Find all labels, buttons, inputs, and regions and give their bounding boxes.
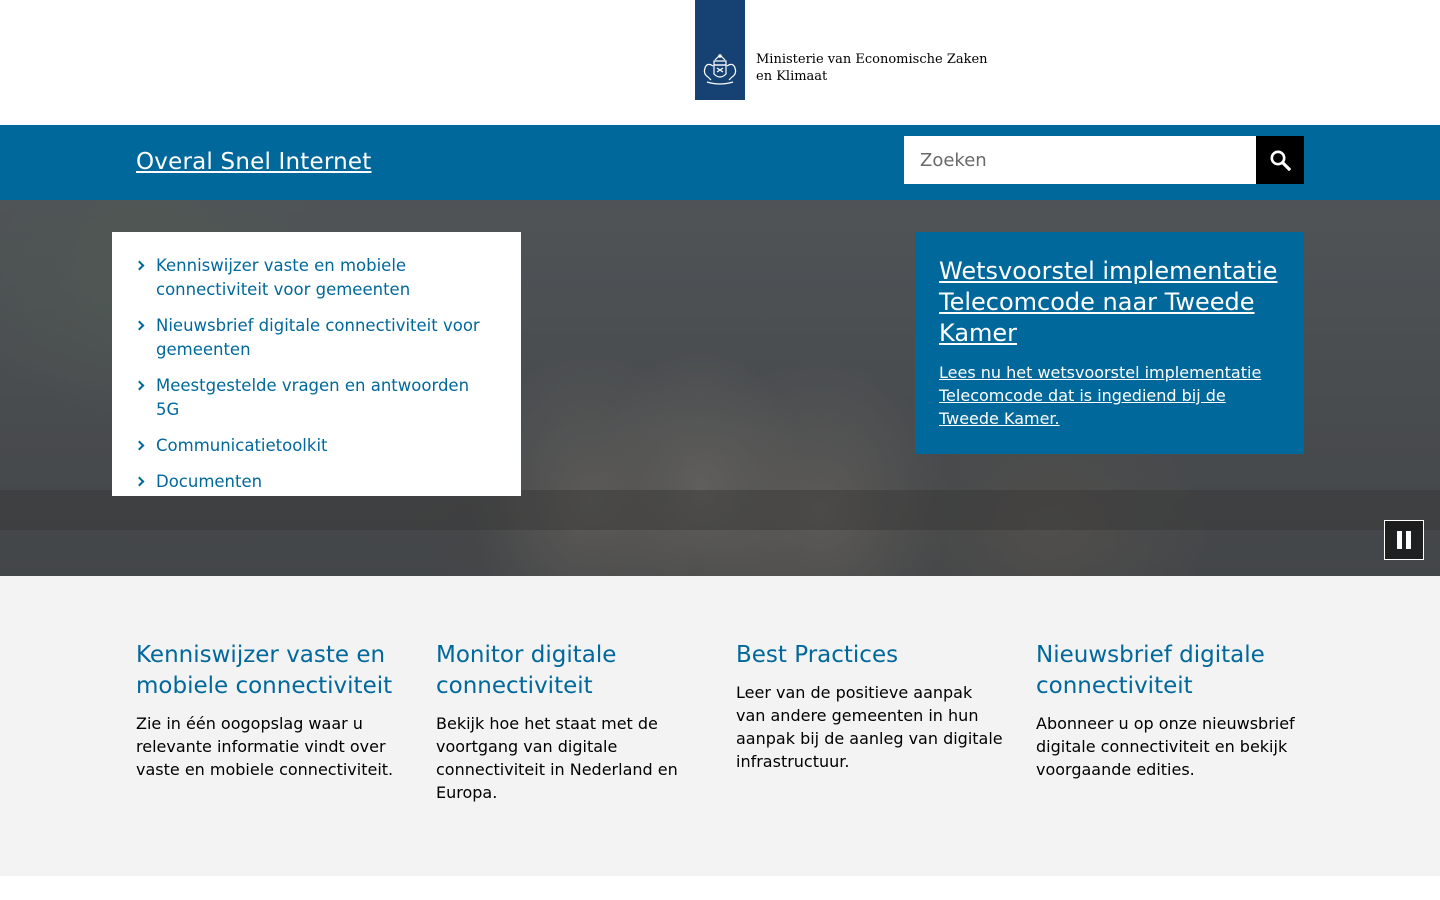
search-button[interactable] (1256, 136, 1304, 184)
featured-news-text[interactable]: Lees nu het wetsvoorstel implementatie T… (939, 361, 1280, 430)
hero-banner: Kenniswijzer vaste en mobiele connectivi… (0, 200, 1440, 576)
quicklink-documenten[interactable]: Documenten (134, 470, 497, 494)
card-text: Zie in één oogopslag waar u relevante in… (136, 714, 394, 779)
chevron-right-icon (134, 476, 145, 487)
pause-icon (1397, 531, 1411, 549)
coat-of-arms-icon (703, 54, 737, 85)
featured-news-panel: Wetsvoorstel implementatie Telecomcode n… (915, 232, 1304, 454)
ministry-name: Ministerie van Economische Zaken en Klim… (756, 51, 996, 85)
chevron-right-icon (134, 260, 145, 271)
card-text: Abonneer u op onze nieuwsbrief digitale … (1036, 714, 1295, 779)
feature-cards: Kenniswijzer vaste en mobiele connectivi… (0, 576, 1440, 876)
featured-news-title[interactable]: Wetsvoorstel implementatie Telecomcode n… (939, 256, 1280, 349)
search-icon (1270, 150, 1291, 171)
card-kenniswijzer: Kenniswijzer vaste en mobiele connectivi… (136, 640, 404, 781)
quicklink-communicatietoolkit[interactable]: Communicatietoolkit (134, 434, 497, 458)
ministry-name-line2: en Klimaat (756, 69, 828, 84)
quicklink-kenniswijzer[interactable]: Kenniswijzer vaste en mobiele connectivi… (134, 254, 497, 302)
quicklink-label: Communicatietoolkit (156, 436, 328, 455)
card-text: Bekijk hoe het staat met de voortgang va… (436, 714, 678, 802)
card-best-practices: Best Practices Leer van de positieve aan… (736, 640, 1004, 773)
card-monitor: Monitor digitale connectiviteit Bekijk h… (436, 640, 704, 804)
card-title[interactable]: Best Practices (736, 640, 1004, 671)
card-nieuwsbrief: Nieuwsbrief digitale connectiviteit Abon… (1036, 640, 1304, 781)
chevron-right-icon (134, 380, 145, 391)
card-text: Leer van de positieve aanpak van andere … (736, 683, 1003, 771)
search-input[interactable] (904, 136, 1256, 184)
logo-header: Ministerie van Economische Zaken en Klim… (0, 0, 1440, 125)
quicklink-label: Nieuwsbrief digitale connectiviteit voor… (156, 316, 480, 359)
quicklink-label: Documenten (156, 472, 263, 491)
quicklink-nieuwsbrief[interactable]: Nieuwsbrief digitale connectiviteit voor… (134, 314, 497, 362)
ministry-name-line1: Ministerie van Economische Zaken (756, 52, 988, 67)
card-title[interactable]: Monitor digitale connectiviteit (436, 640, 704, 702)
quicklinks-panel: Kenniswijzer vaste en mobiele connectivi… (112, 232, 521, 496)
site-title[interactable]: Overal Snel Internet (136, 146, 371, 178)
card-title[interactable]: Kenniswijzer vaste en mobiele connectivi… (136, 640, 404, 702)
card-title[interactable]: Nieuwsbrief digitale connectiviteit (1036, 640, 1304, 702)
chevron-right-icon (134, 440, 145, 451)
chevron-right-icon (134, 320, 145, 331)
quicklink-label: Meestgestelde vragen en antwoorden 5G (156, 376, 470, 419)
carousel-pause-button[interactable] (1384, 520, 1424, 560)
government-logo[interactable] (695, 0, 745, 100)
quicklink-label: Kenniswijzer vaste en mobiele connectivi… (156, 256, 411, 299)
quicklink-faq-5g[interactable]: Meestgestelde vragen en antwoorden 5G (134, 374, 497, 422)
